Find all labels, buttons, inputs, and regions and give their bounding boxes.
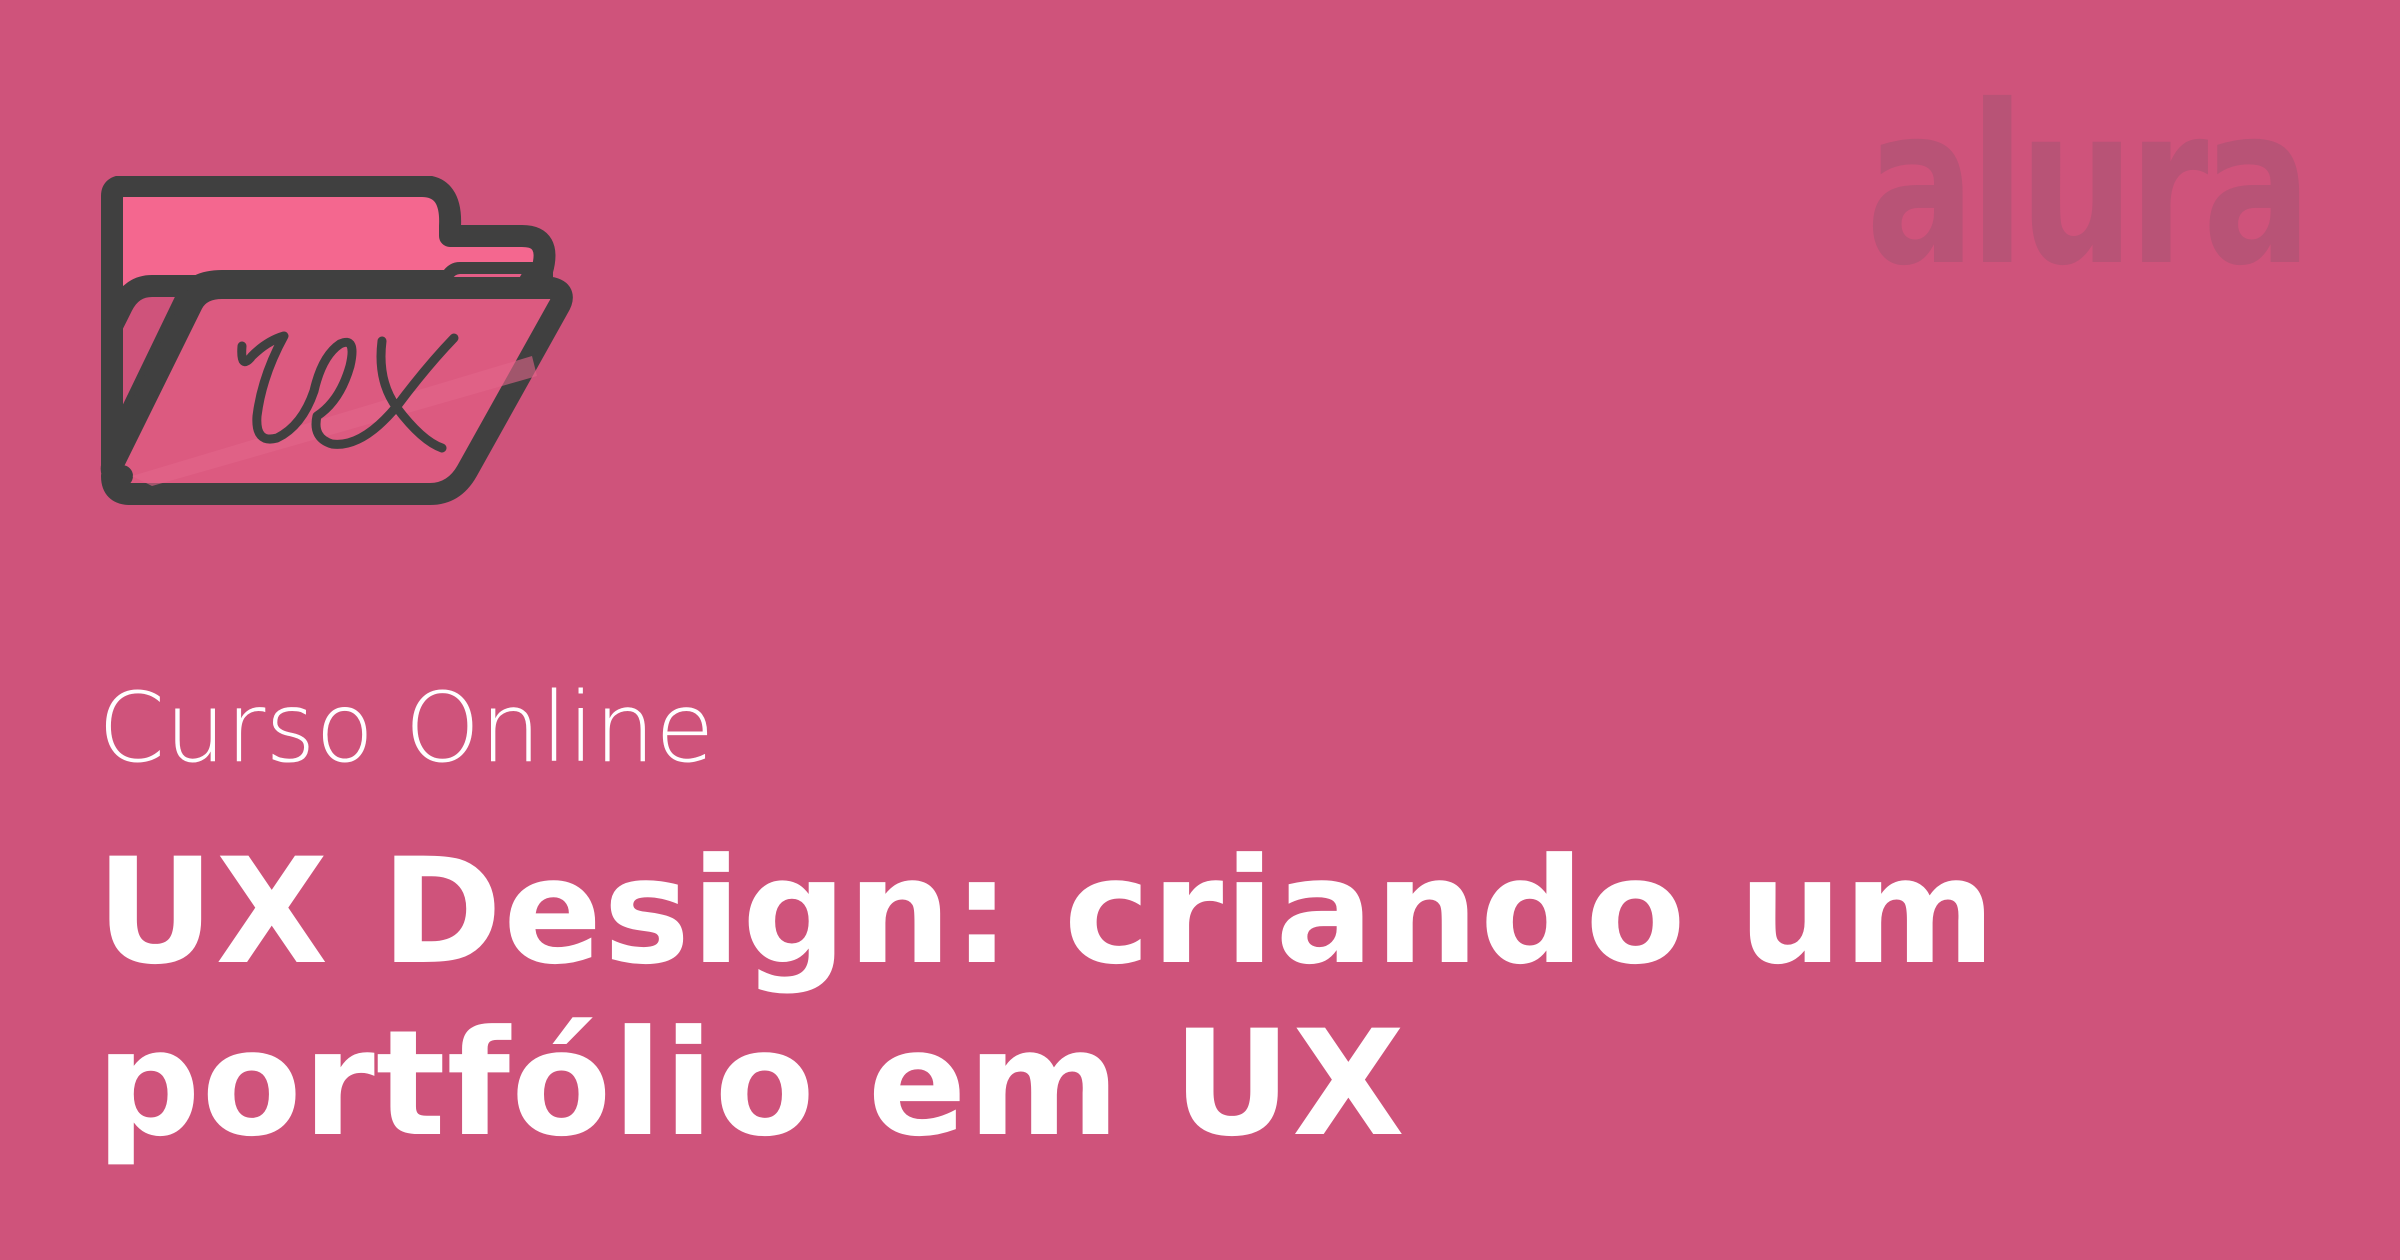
course-title: UX Design: criando um portfólio em UX: [96, 827, 1997, 1169]
ux-folder-icon: [100, 176, 573, 505]
alura-logo: alura: [1866, 72, 2306, 272]
alura-logo-text: alura: [1866, 72, 2306, 272]
course-type-label: Curso Online: [98, 672, 715, 784]
